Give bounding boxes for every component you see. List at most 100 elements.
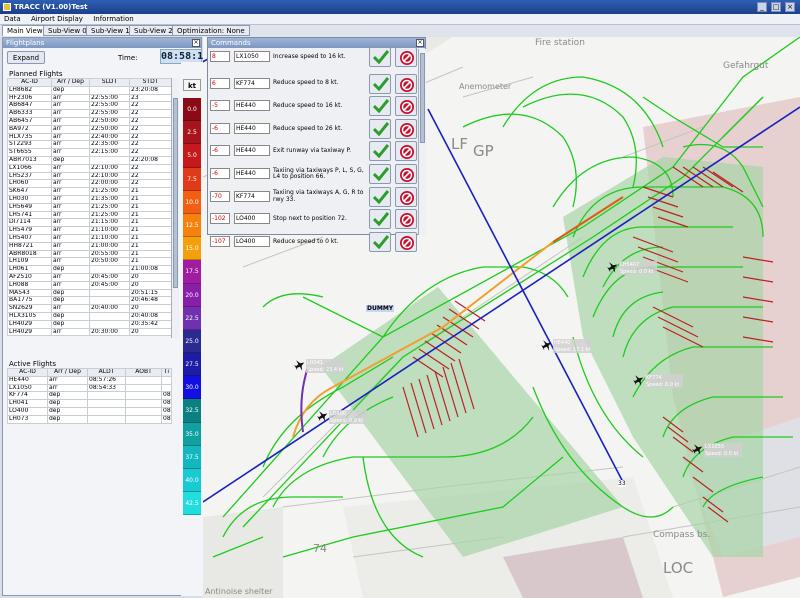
table-row[interactable]: LH041dep 08:48 [7,399,172,408]
table-row[interactable]: AB6333 arr 22:55:00 22 [7,109,172,118]
table-row[interactable]: HLX3105 dep 20:40:08 [7,311,172,321]
table-row[interactable]: LH109 arr 20:50:00 21 [7,257,172,267]
command-aircraft-field[interactable]: HE440 [234,100,270,112]
reject-command-button[interactable] [395,186,417,207]
command-aircraft-field[interactable]: KF774 [234,77,270,89]
reject-command-button[interactable] [395,96,417,117]
table-row[interactable]: ABR8018 arr 20:55:00 21 [7,249,172,259]
flightplans-close-button[interactable]: × [192,39,200,47]
reject-command-button[interactable] [395,118,417,139]
table-row[interactable]: BA1775 dep 20:46:48 [7,296,172,306]
command-aircraft-field[interactable]: LX1050 [234,51,270,62]
accept-command-button[interactable] [369,164,391,184]
active-col-header[interactable]: AOBT [125,368,162,377]
table-row[interactable]: LH5407 arr 21:10:00 21 [7,233,172,243]
table-row[interactable]: LH5479 arr 21:10:00 21 [7,226,172,235]
commands-scrollbar[interactable] [418,49,426,235]
table-row[interactable]: MA543 dep 20:51:15 [7,288,172,298]
active-col-header[interactable]: AC-ID [7,368,48,377]
table-row[interactable]: LH088 arr 20:45:00 20 [7,280,172,290]
tab-sub-view-1[interactable]: Sub-View 1 [86,25,135,36]
command-speed-field[interactable]: -6 [210,145,230,157]
reject-command-button[interactable] [395,231,417,252]
table-row[interactable]: KF774dep 08:46 [7,391,172,401]
planned-scrollbar[interactable] [171,78,179,338]
reject-command-button[interactable] [395,209,417,230]
reject-command-button[interactable] [395,73,417,94]
planned-col-header[interactable]: Arr / Dep [51,78,90,87]
close-window-button[interactable]: × [785,2,795,12]
command-speed-field[interactable]: -102 [210,213,230,225]
table-row[interactable]: LH8682 dep 23:20:08 [7,85,172,95]
table-row[interactable]: LX1050 arr 08:54:33 [7,383,172,393]
planned-col-header[interactable]: SLDT [89,78,130,87]
command-speed-field[interactable]: -107 [210,235,230,247]
accept-command-button[interactable] [369,141,391,162]
active-col-header[interactable]: Arr / Dep [47,368,88,377]
expand-button[interactable]: Expand [7,51,45,64]
command-speed-field[interactable]: 8 [210,51,230,62]
table-row[interactable]: LH060 arr 22:00:00 22 [7,179,172,189]
minimize-button[interactable]: _ [757,2,767,12]
accept-command-button[interactable] [369,186,391,207]
planned-col-header[interactable]: STDT [129,78,172,87]
active-col-header[interactable]: ALDT [87,368,126,377]
command-speed-field[interactable]: -6 [210,168,230,179]
table-cell: HLX735 [7,132,52,142]
table-row[interactable]: LH061 dep 21:00:08 [7,265,172,274]
table-row[interactable]: HF2306 arr 22:55:00 23 [7,93,172,103]
commands-close-button[interactable]: × [416,39,424,47]
command-speed-field[interactable]: -5 [210,100,230,112]
table-row[interactable]: SK647 arr 21:25:00 21 [7,187,172,196]
active-col-header[interactable]: Ti [161,368,172,377]
table-row[interactable]: LH073dep 08:50 [7,414,172,424]
accept-command-button[interactable] [369,209,391,230]
command-aircraft-field[interactable]: KF774 [234,190,270,202]
command-aircraft-field[interactable]: LO400 [234,235,270,247]
table-row[interactable]: LH030 arr 21:35:00 21 [7,194,172,204]
accept-command-button[interactable] [369,47,391,67]
table-row[interactable]: ST2293 arr 22:35:00 22 [7,140,172,150]
accept-command-button[interactable] [369,231,391,252]
reject-command-button[interactable] [395,141,417,162]
table-row[interactable]: ST6655 arr 22:15:00 22 [7,148,172,157]
command-aircraft-field[interactable]: HE440 [234,168,270,179]
table-row[interactable]: LH5741 arr 21:25:00 21 [7,210,172,220]
command-aircraft-field[interactable]: HE440 [234,122,270,134]
menu-airport-display[interactable]: Airport Display [31,15,83,23]
table-row[interactable]: ABR7013 dep 22:20:08 [7,155,172,165]
table-row[interactable]: LH4029 dep 20:35:42 [7,319,172,329]
planned-col-header[interactable]: AC-ID [7,78,52,87]
table-row[interactable]: AF2510 arr 20:45:00 20 [7,272,172,282]
table-row[interactable]: HH8721 arr 21:00:00 21 [7,241,172,251]
table-row[interactable]: AB6847 arr 22:55:00 22 [7,101,172,111]
tab-optimization[interactable]: Optimization: None [172,25,250,36]
table-row[interactable]: LH5649 arr 21:25:00 21 [7,202,172,212]
menu-information[interactable]: Information [93,15,134,23]
table-row[interactable]: BA972 arr 22:50:00 22 [7,124,172,134]
command-aircraft-field[interactable]: LO400 [234,213,270,225]
menu-data[interactable]: Data [4,15,21,23]
table-row[interactable]: HLX735 arr 22:40:00 22 [7,132,172,142]
command-speed-field[interactable]: -6 [210,122,230,134]
command-speed-field[interactable]: 6 [210,77,230,89]
table-row[interactable]: AB6457 arr 22:50:00 22 [7,116,172,126]
accept-command-button[interactable] [369,118,391,139]
tab-main-view[interactable]: Main View [2,25,48,36]
accept-command-button[interactable] [369,96,391,117]
accept-command-button[interactable] [369,73,391,94]
tab-sub-view-0[interactable]: Sub-View 0 [43,25,92,36]
table-row[interactable]: DI7114 arr 21:15:00 21 [7,218,172,228]
table-row[interactable]: HE440 arr 08:57:26 [7,375,172,385]
reject-command-button[interactable] [395,164,417,184]
reject-command-button[interactable] [395,47,417,67]
tab-sub-view-2[interactable]: Sub-View 2 [129,25,178,36]
table-row[interactable]: LH5237 arr 22:10:00 22 [7,171,172,181]
table-row[interactable]: SN2629 arr 20:40:00 20 [7,304,172,313]
command-speed-field[interactable]: -70 [210,190,230,202]
maximize-button[interactable]: □ [771,2,781,12]
command-aircraft-field[interactable]: HE440 [234,145,270,157]
table-row[interactable]: LX1066 arr 22:10:00 22 [7,163,172,173]
table-row[interactable]: LO400dep 08:50 [7,406,172,416]
table-row[interactable]: LH4029 arr 20:30:00 20 [7,327,172,337]
